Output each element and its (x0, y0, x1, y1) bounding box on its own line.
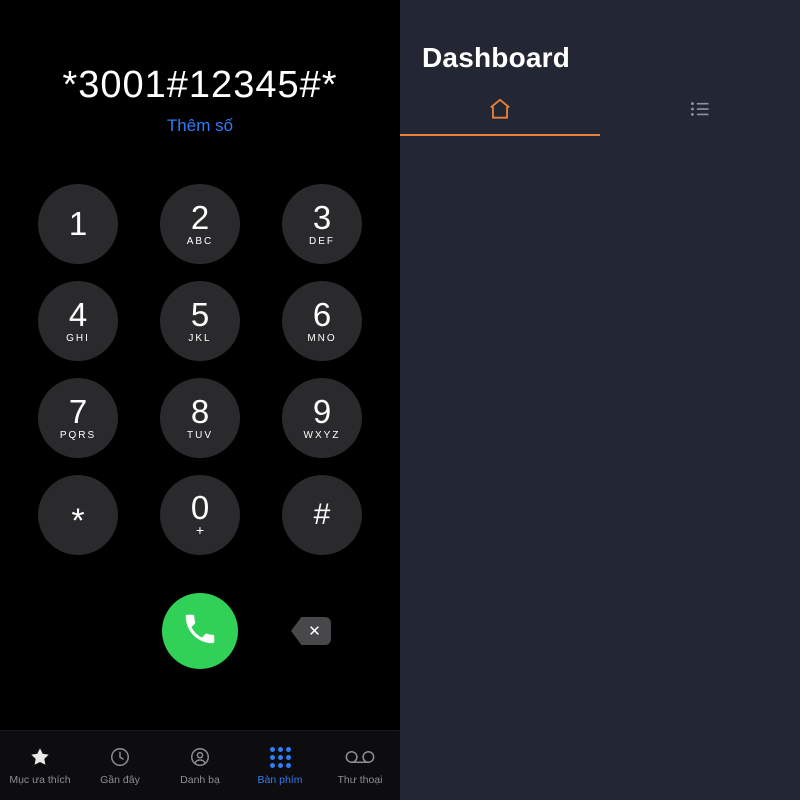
key-digit: # (313, 497, 331, 531)
key-digit: 3 (312, 199, 332, 236)
backspace-button[interactable]: ✕ (290, 616, 332, 646)
dashboard-tabbar (400, 86, 800, 136)
key-letters: MNO (307, 333, 337, 344)
key-3[interactable]: 3 DEF (282, 184, 362, 264)
key-1[interactable]: 1 (38, 184, 118, 264)
tab-label: Danh bạ (180, 774, 220, 786)
page-title: Dashboard (422, 42, 571, 73)
key-4[interactable]: 4 GHI (38, 281, 118, 361)
key-7[interactable]: 7 PQRS (38, 378, 118, 458)
add-number-link[interactable]: Thêm số (0, 116, 400, 138)
clock-icon (109, 745, 131, 769)
key-0[interactable]: 0 + (160, 475, 240, 555)
dashboard-tab-home[interactable] (400, 86, 600, 136)
key-letters: TUV (187, 430, 213, 441)
tab-keypad[interactable]: Bàn phím (240, 745, 320, 786)
key-digit: 5 (190, 296, 210, 333)
key-digit: 0 (190, 488, 210, 526)
keypad-dots (269, 746, 291, 768)
key-6[interactable]: 6 MNO (282, 281, 362, 361)
backspace-icon: ✕ (291, 617, 331, 645)
star-icon (29, 745, 51, 769)
key-digit: 6 (312, 296, 332, 333)
list-icon (687, 96, 713, 127)
tab-label: Bàn phím (257, 774, 303, 786)
dashboard-panel: Dashboard (400, 0, 800, 800)
key-9[interactable]: 9 WXYZ (282, 378, 362, 458)
key-2[interactable]: 2 ABC (160, 184, 240, 264)
keypad: 1 2 ABC 3 DEF 4 GHI 5 JKL 6 MNO 7 PQRS 8… (0, 184, 400, 572)
key-letters: PQRS (59, 430, 97, 441)
screen-root: *3001#12345#* Thêm số 1 2 ABC 3 DEF 4 GH… (0, 0, 800, 800)
key-digit: 9 (312, 393, 332, 430)
key-letters: DEF (309, 236, 335, 247)
call-button[interactable] (162, 593, 238, 669)
key-digit: 7 (68, 393, 88, 430)
key-digit: 4 (68, 296, 88, 333)
key-letters: + (195, 521, 205, 538)
phone-icon (181, 610, 219, 653)
phone-dialer-panel: *3001#12345#* Thêm số 1 2 ABC 3 DEF 4 GH… (0, 0, 400, 800)
dialed-number: *3001#12345#* (62, 64, 338, 106)
key-digit: 1 (68, 204, 88, 242)
tab-label: Thư thoại (337, 774, 383, 786)
tab-voicemail[interactable]: Thư thoại (320, 745, 400, 786)
dashboard-tab-list[interactable] (600, 86, 800, 136)
key-letters: WXYZ (303, 430, 341, 441)
voicemail-icon (345, 745, 375, 769)
dashboard-tab-indicator (400, 134, 600, 136)
key-letters: ABC (186, 236, 214, 247)
backspace-x-glyph: ✕ (308, 622, 321, 640)
tab-label: Mục ưa thích (9, 774, 71, 786)
key-letters: JKL (188, 333, 212, 344)
tab-label: Gần đây (100, 774, 140, 786)
key-5[interactable]: 5 JKL (160, 281, 240, 361)
key-digit: * (71, 501, 85, 540)
keypad-icon (269, 745, 291, 769)
key-star[interactable]: * (38, 475, 118, 555)
key-digit: 8 (190, 393, 210, 430)
person-icon (189, 745, 211, 769)
tab-favorites[interactable]: Mục ưa thích (0, 745, 80, 786)
key-8[interactable]: 8 TUV (160, 378, 240, 458)
phone-tabbar: Mục ưa thích Gần đây Danh bạ Bàn phím Th… (0, 730, 400, 800)
call-action-row: ✕ (0, 588, 400, 674)
tab-recents[interactable]: Gần đây (80, 745, 160, 786)
key-letters: GHI (66, 333, 90, 344)
home-icon (487, 96, 513, 127)
key-digit: 2 (190, 199, 210, 236)
tab-contacts[interactable]: Danh bạ (160, 745, 240, 786)
key-pound[interactable]: # (282, 475, 362, 555)
